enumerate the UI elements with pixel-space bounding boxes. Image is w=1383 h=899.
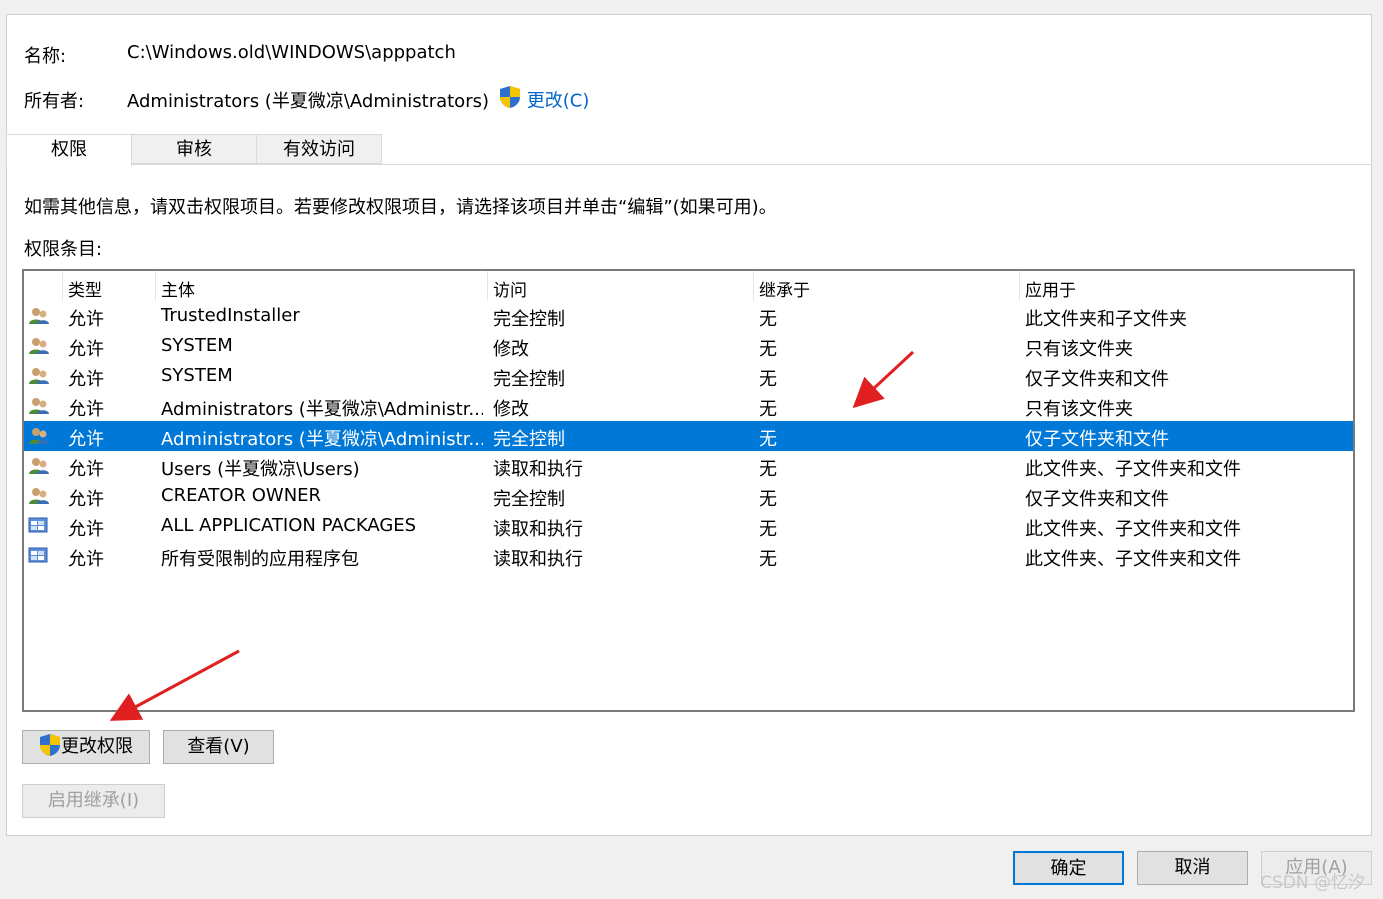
cell-applies-to: 此文件夹、子文件夹和文件 [1025,459,1241,480]
user-group-icon [28,307,50,325]
cell-principal: Administrators (半夏微凉\Administr... [161,399,483,420]
header-separator [155,271,156,301]
cell-principal: 所有受限制的应用程序包 [161,549,359,570]
cell-access: 完全控制 [493,369,565,390]
table-row[interactable]: 允许 ALL APPLICATION PACKAGES 读取和执行 无 此文件夹、子文件… [24,511,1353,541]
tab-effective-access[interactable]: 有效访问 [256,134,382,164]
change-owner-link[interactable]: 更改(C) [527,91,590,112]
cell-type: 允许 [68,429,104,450]
user-group-icon [28,337,50,355]
owner-value: Administrators (半夏微凉\Administrators) [127,91,489,112]
cell-principal: SYSTEM [161,365,233,386]
cell-principal: ALL APPLICATION PACKAGES [161,515,417,536]
table-row[interactable]: 允许 SYSTEM 完全控制 无 仅子文件夹和文件 [24,361,1353,391]
table-row[interactable]: 允许 Administrators (半夏微凉\Administr... 修改 无 只有… [24,391,1353,421]
cell-access: 修改 [493,399,529,420]
app-package-icon [28,547,50,565]
table-row[interactable]: 允许 所有受限制的应用程序包 读取和执行 无 此文件夹、子文件夹和文件 [24,541,1353,571]
column-access[interactable]: 访问 [493,276,527,301]
cell-applies-to: 仅子文件夹和文件 [1025,429,1169,450]
cell-access: 修改 [493,339,529,360]
cell-applies-to: 此文件夹、子文件夹和文件 [1025,519,1241,540]
cell-type: 允许 [68,339,104,360]
cell-principal: SYSTEM [161,335,233,356]
cell-principal: CREATOR OWNER [161,485,322,506]
cell-applies-to: 只有该文件夹 [1025,399,1133,420]
cell-type: 允许 [68,519,104,540]
ok-button[interactable]: 确定 [1013,851,1124,885]
cell-access: 完全控制 [493,489,565,510]
list-header: 类型 主体 访问 继承于 应用于 [24,271,1353,301]
cell-inherited-from: 无 [759,519,777,540]
table-row[interactable]: 允许 Users (半夏微凉\Users) 读取和执行 无 此文件夹、子文件夹和文件 [24,451,1353,481]
cell-inherited-from: 无 [759,399,777,420]
table-row[interactable]: 允许 CREATOR OWNER 完全控制 无 仅子文件夹和文件 [24,481,1353,511]
column-inherited-from[interactable]: 继承于 [759,276,810,301]
watermark: CSDN @忆汐 [1260,873,1365,893]
change-permissions-label: 更改权限 [61,736,133,757]
cell-principal: TrustedInstaller [161,305,300,326]
name-label: 名称: [24,46,67,67]
cell-access: 读取和执行 [493,519,583,540]
cell-inherited-from: 无 [759,369,777,390]
cell-applies-to: 此文件夹、子文件夹和文件 [1025,549,1241,570]
table-row[interactable]: 允许 SYSTEM 修改 无 只有该文件夹 [24,331,1353,361]
cell-inherited-from: 无 [759,339,777,360]
cell-inherited-from: 无 [759,309,777,330]
header-separator [487,271,488,301]
cell-type: 允许 [68,489,104,510]
cell-applies-to: 仅子文件夹和文件 [1025,369,1169,390]
cell-applies-to: 只有该文件夹 [1025,339,1133,360]
column-applies-to[interactable]: 应用于 [1025,276,1076,301]
permission-entries-list[interactable]: 类型 主体 访问 继承于 应用于 允许 TrustedInstaller 完全控制无… [22,269,1355,712]
owner-label: 所有者: [24,91,85,112]
uac-shield-icon [499,85,521,114]
column-type[interactable]: 类型 [68,276,102,301]
cell-access: 完全控制 [493,309,565,330]
user-group-icon [28,427,50,445]
cell-access: 读取和执行 [493,549,583,570]
cell-type: 允许 [68,369,104,390]
table-row[interactable]: 允许 TrustedInstaller 完全控制 无 此文件夹和子文件夹 [24,301,1353,331]
entries-label: 权限条目: [24,239,103,260]
enable-inheritance-button[interactable]: 启用继承(I) [22,784,165,818]
change-permissions-button[interactable]: 更改权限 [22,730,150,764]
app-package-icon [28,517,50,535]
user-group-icon [28,457,50,475]
change-owner-link-wrap[interactable]: 更改(C) [499,85,589,114]
cancel-button[interactable]: 取消 [1137,851,1248,885]
cell-access: 读取和执行 [493,459,583,480]
cell-inherited-from: 无 [759,489,777,510]
name-value: C:\Windows.old\WINDOWS\apppatch [127,42,456,63]
cell-inherited-from: 无 [759,429,777,450]
cell-type: 允许 [68,399,104,420]
cell-applies-to: 仅子文件夹和文件 [1025,489,1169,510]
header-separator [62,271,63,301]
user-group-icon [28,397,50,415]
cell-principal: Administrators (半夏微凉\Administr... [161,429,483,450]
header-separator [1019,271,1020,301]
cell-type: 允许 [68,459,104,480]
info-text: 如需其他信息，请双击权限项目。若要修改权限项目，请选择该项目并单击“编辑”(如果… [24,197,777,218]
tab-auditing[interactable]: 审核 [131,134,257,164]
view-button[interactable]: 查看(V) [163,730,274,764]
cell-type: 允许 [68,549,104,570]
user-group-icon [28,487,50,505]
cell-inherited-from: 无 [759,549,777,570]
uac-shield-icon [39,731,61,763]
cell-principal: Users (半夏微凉\Users) [161,459,360,480]
tab-permissions[interactable]: 权限 [6,134,132,167]
cell-access: 完全控制 [493,429,565,450]
header-separator [753,271,754,301]
table-row[interactable]: 允许 Administrators (半夏微凉\Administr... 完全控制 无… [24,421,1353,451]
cell-applies-to: 此文件夹和子文件夹 [1025,309,1187,330]
user-group-icon [28,367,50,385]
column-principal[interactable]: 主体 [161,276,195,301]
cell-type: 允许 [68,309,104,330]
cell-inherited-from: 无 [759,459,777,480]
